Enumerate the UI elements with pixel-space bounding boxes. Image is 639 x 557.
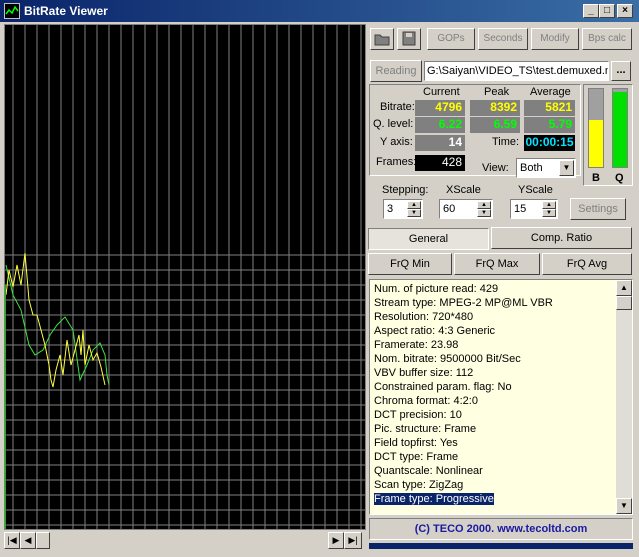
scroll-right-button[interactable]: ▶ [328,532,344,549]
info-line[interactable]: Frame type: Progressive [374,493,494,505]
folder-icon [374,34,390,46]
copyright-text: (C) TECO 2000. www.tecoltd.com [414,523,588,535]
info-line[interactable]: Pic. structure: Frame [374,423,476,435]
settings-button[interactable]: Settings [570,198,626,220]
xscale-label: XScale [446,184,481,196]
bitrate-graph [4,24,366,530]
info-scrollbar[interactable]: ▲ ▼ [616,280,632,514]
file-path-value: G:\Saiyan\VIDEO_TS\test.demuxed.m [427,65,609,77]
stepping-down[interactable]: ▼ [407,209,421,217]
stepping-label: Stepping: [382,184,429,196]
b-meter [588,88,604,168]
bitrate-average: 5821 [524,100,575,116]
info-line[interactable]: Chroma format: 4:2:0 [374,395,478,407]
b-meter-label: B [592,172,600,184]
view-label: View: [482,162,509,174]
title-bar: BitRate Viewer _ □ × [0,0,639,22]
gops-button[interactable]: GOPs [427,28,475,50]
seconds-button[interactable]: Seconds [478,28,528,50]
maximize-button[interactable]: □ [599,4,615,18]
info-scroll-thumb[interactable] [616,296,632,310]
yaxis-label: Y axis: [380,136,413,148]
reading-button[interactable]: Reading [370,60,422,82]
qlevel-current: 6.22 [415,117,465,133]
info-scroll-up[interactable]: ▲ [616,280,632,296]
close-button[interactable]: × [617,4,633,18]
q-meter [612,88,628,168]
yscale-down[interactable]: ▼ [542,209,556,217]
info-line[interactable]: VBV buffer size: 112 [374,367,473,379]
qlevel-peak: 6.59 [470,117,520,133]
bitrate-line [5,252,106,388]
yscale-spinner[interactable]: 15 ▲ ▼ [510,199,558,219]
info-line[interactable]: Resolution: 720*480 [374,311,473,323]
frq-avg-button[interactable]: FrQ Avg [542,253,632,275]
tab-comp-ratio[interactable]: Comp. Ratio [491,227,632,249]
graph-canvas [5,25,365,529]
frq-max-button[interactable]: FrQ Max [454,253,540,275]
info-line[interactable]: Field topfirst: Yes [374,437,458,449]
bitrate-peak: 8392 [470,100,520,116]
info-line[interactable]: DCT type: Frame [374,451,458,463]
bps-calc-button[interactable]: Bps calc [582,28,632,50]
disk-icon [402,31,416,46]
xscale-spinner[interactable]: 60 ▲ ▼ [439,199,493,219]
tab-general[interactable]: General [368,228,489,250]
open-button[interactable] [370,28,394,50]
qlevel-average: 5.79 [524,117,575,133]
info-line[interactable]: Aspect ratio: 4:3 Generic [374,325,495,337]
bitrate-label: Bitrate: [380,101,415,113]
time-label: Time: [492,136,520,148]
yscale-up[interactable]: ▲ [542,201,556,209]
chevron-down-icon[interactable]: ▼ [559,160,574,176]
current-header: Current [423,86,460,98]
info-scroll-down[interactable]: ▼ [616,498,632,514]
xscale-down[interactable]: ▼ [477,209,491,217]
minimize-button[interactable]: _ [583,4,599,18]
scroll-thumb[interactable] [36,532,50,549]
info-line[interactable]: Quantscale: Nonlinear [374,465,483,477]
info-line[interactable]: Constrained param. flag: No [374,381,512,393]
yscale-value: 15 [514,203,527,215]
yaxis-value: 14 [415,135,465,151]
footer-bar: (C) TECO 2000. www.tecoltd.com [369,518,633,540]
b-meter-fill [589,120,603,167]
info-line[interactable]: Num. of picture read: 429 [374,283,498,295]
stepping-value: 3 [387,203,394,215]
q-meter-label: Q [615,172,624,184]
app-icon [4,3,20,19]
info-line[interactable]: Scan type: ZigZag [374,479,463,491]
scroll-last-button[interactable]: ▶| [344,532,362,549]
frq-min-button[interactable]: FrQ Min [368,253,452,275]
stream-info-list[interactable]: Num. of picture read: 429 Stream type: MP… [369,279,633,515]
window-title: BitRate Viewer [24,4,108,18]
q-meter-fill [613,92,627,167]
file-path-field[interactable]: G:\Saiyan\VIDEO_TS\test.demuxed.m [424,61,609,81]
peak-header: Peak [484,86,510,98]
save-button[interactable] [397,28,421,50]
scroll-first-button[interactable]: |◀ [4,532,20,549]
modify-button[interactable]: Modify [531,28,579,50]
average-header: Average [530,86,571,98]
xscale-up[interactable]: ▲ [477,201,491,209]
scroll-left-button[interactable]: ◀ [20,532,36,549]
frames-label: Frames: [376,156,417,168]
stepping-up[interactable]: ▲ [407,201,421,209]
info-line[interactable]: Nom. bitrate: 9500000 Bit/Sec [374,353,521,365]
yscale-label: YScale [518,184,553,196]
qlevel-label: Q. level: [373,118,414,130]
info-line[interactable]: Stream type: MPEG-2 MP@ML VBR [374,297,553,309]
view-select[interactable]: Both ▼ [516,158,576,178]
info-line[interactable]: Framerate: 23.98 [374,339,458,351]
time-value: 00:00:15 [524,135,575,151]
graph-scrollbar[interactable]: |◀ ◀ ▶ ▶| [4,532,366,549]
info-line[interactable]: DCT precision: 10 [374,409,462,421]
frames-value: 428 [415,155,465,171]
progress-bar [369,543,633,549]
browse-button[interactable]: ... [611,61,631,81]
view-select-value: Both [520,162,543,174]
stepping-spinner[interactable]: 3 ▲ ▼ [383,199,423,219]
xscale-value: 60 [443,203,456,215]
bitrate-current: 4796 [415,100,465,116]
